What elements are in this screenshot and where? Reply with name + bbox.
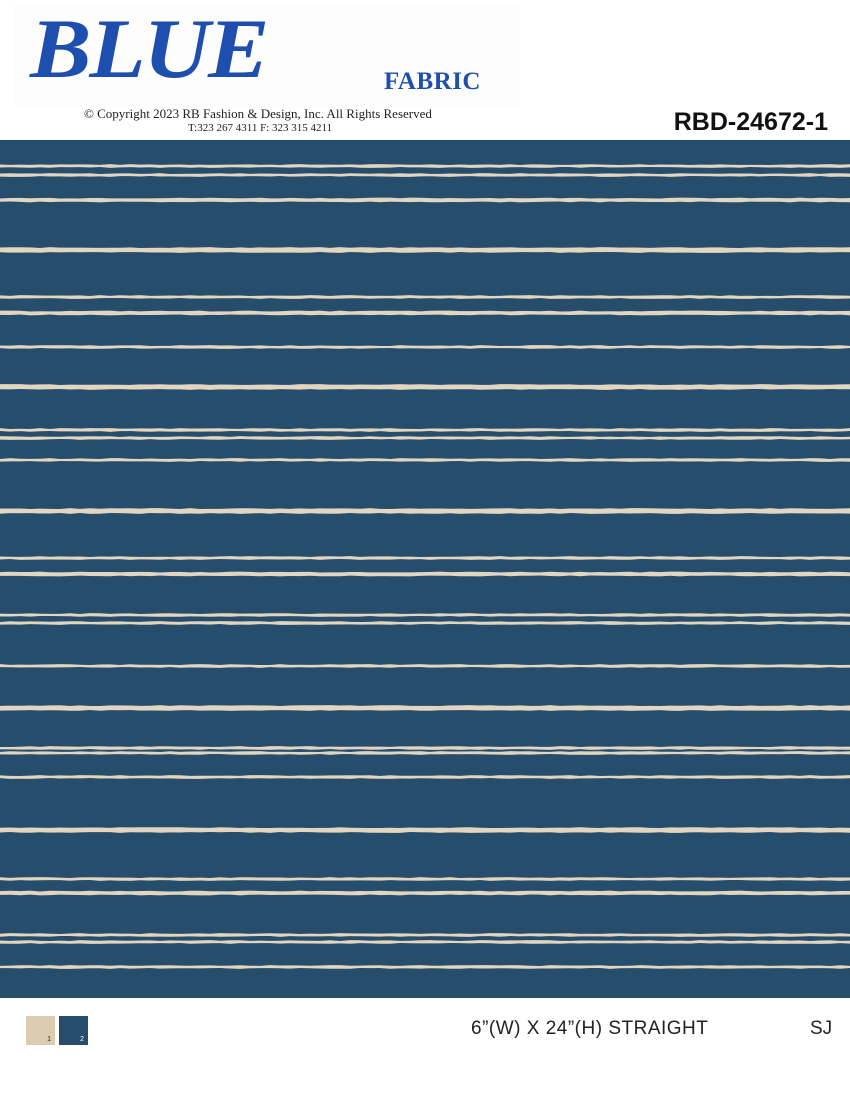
stripe [0, 571, 850, 577]
stripe [0, 933, 850, 937]
stripe [0, 173, 850, 177]
stripe [0, 751, 850, 755]
stripe [0, 556, 850, 560]
stripe [0, 877, 850, 881]
stripe [0, 345, 850, 349]
stripe [0, 428, 850, 432]
designer-initials: SJ [810, 1018, 833, 1039]
stripe [0, 436, 850, 440]
stripe [0, 310, 850, 316]
swatch-index: 1 [47, 1036, 51, 1043]
color-swatch-1: 1 [26, 1016, 55, 1045]
stripe [0, 890, 850, 896]
stripe-pattern [0, 164, 850, 969]
brand-subtitle: FABRIC [384, 68, 481, 95]
stripe [0, 384, 850, 390]
stripe [0, 508, 850, 514]
stripe [0, 775, 850, 779]
fabric-print [0, 140, 850, 998]
brand-logo-text: BLUE [30, 1, 269, 96]
stripe [0, 247, 850, 253]
copyright-notice: © Copyright 2023 RB Fashion & Design, In… [84, 106, 432, 121]
contact-info: T:323 267 4311 F: 323 315 4211 [188, 122, 333, 134]
repeat-size: 6”(W) X 24”(H) STRAIGHT [471, 1018, 709, 1039]
stripe [0, 613, 850, 617]
stripe [0, 705, 850, 711]
stripe [0, 940, 850, 944]
swatch-index: 2 [80, 1036, 84, 1043]
stripe [0, 197, 850, 203]
stripe [0, 458, 850, 462]
stripe [0, 664, 850, 668]
design-code: RBD-24672-1 [673, 108, 828, 136]
stripe [0, 621, 850, 625]
stripe [0, 827, 850, 833]
stripe [0, 164, 850, 168]
color-swatch-2: 2 [59, 1016, 88, 1045]
stripe [0, 746, 850, 750]
stripe [0, 295, 850, 299]
stripe [0, 965, 850, 969]
